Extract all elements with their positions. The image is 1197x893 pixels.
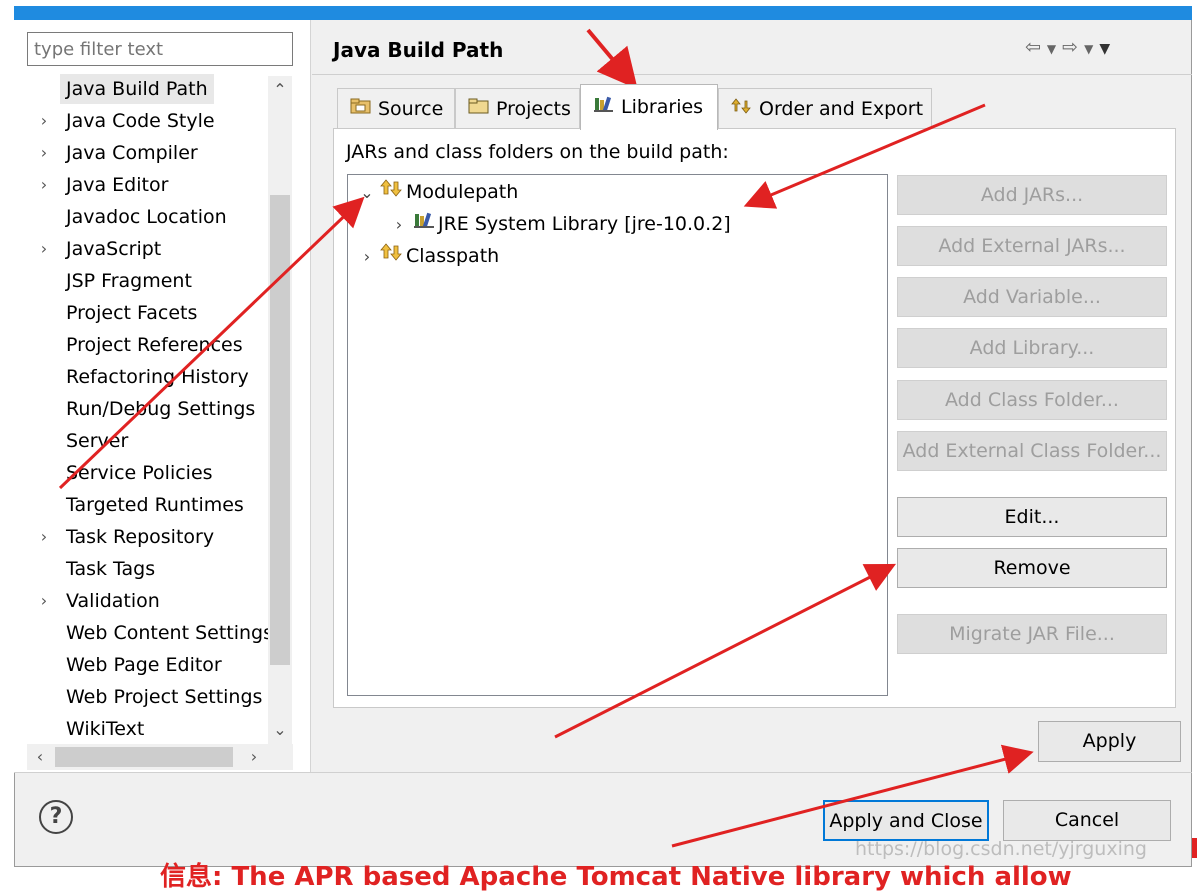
migrate-jar-file-button[interactable]: Migrate JAR File...	[897, 614, 1167, 654]
tree-node-label: Modulepath	[406, 181, 519, 203]
sidebar-item-label: Java Editor	[66, 174, 169, 196]
tree-node-label: JRE System Library [jre-10.0.2]	[438, 213, 731, 235]
add-external-jars-button[interactable]: Add External JARs...	[897, 226, 1167, 266]
footer-divider	[14, 772, 1192, 773]
add-external-class-folder-button[interactable]: Add External Class Folder...	[897, 431, 1167, 471]
sidebar-item-label: Project Facets	[66, 302, 198, 324]
filter-input[interactable]	[27, 32, 293, 66]
projects-folder-icon	[466, 89, 492, 129]
build-path-tree[interactable]: ⌄ Modulepath › JRE System Library [jre-1…	[347, 174, 888, 696]
source-folder-icon	[348, 89, 374, 129]
add-library-button[interactable]: Add Library...	[897, 328, 1167, 368]
sidebar-item-label: Javadoc Location	[66, 206, 227, 228]
sidebar-item-label: Refactoring History	[66, 366, 249, 388]
chevron-right-icon[interactable]: ›	[34, 106, 54, 136]
sidebar-item-label: Run/Debug Settings	[66, 398, 256, 420]
tree-horizontal-scroll-thumb[interactable]	[55, 747, 233, 767]
chevron-right-icon[interactable]: ›	[388, 210, 410, 240]
add-class-folder-button[interactable]: Add Class Folder...	[897, 380, 1167, 420]
modulepath-icon	[378, 177, 406, 207]
chevron-down-icon[interactable]: ⌄	[356, 178, 378, 208]
chevron-right-icon[interactable]: ›	[34, 586, 54, 616]
sidebar-item-label: Java Build Path	[60, 74, 214, 104]
scroll-down-icon[interactable]: ⌄	[270, 720, 290, 739]
header-divider	[312, 74, 1192, 75]
order-export-icon	[729, 89, 755, 129]
chevron-right-icon[interactable]: ›	[34, 522, 54, 552]
sidebar-item-label: Web Page Editor	[66, 654, 222, 676]
tree-node-modulepath[interactable]: ⌄ Modulepath	[356, 177, 518, 207]
sidebar-item-label: Java Code Style	[66, 110, 215, 132]
chevron-right-icon[interactable]: ›	[34, 138, 54, 168]
tab-libraries-label: Libraries	[621, 96, 704, 118]
background-console-text: 信息: The APR based Apache Tomcat Native l…	[160, 862, 1072, 892]
sidebar-item-label: Project References	[66, 334, 243, 356]
sidebar-item-label: JavaScript	[66, 238, 162, 260]
classpath-icon	[378, 241, 406, 271]
sidebar-item-label: Web Project Settings	[66, 686, 263, 708]
sidebar-item-label: Task Repository	[66, 526, 215, 548]
apply-and-close-button[interactable]: Apply and Close	[823, 800, 989, 841]
forward-icon[interactable]: ⇨	[1062, 36, 1084, 58]
sidebar-item-label: Task Tags	[66, 558, 156, 580]
scroll-left-icon[interactable]: ‹	[30, 747, 50, 766]
sidebar-item-label: Service Policies	[66, 462, 213, 484]
help-icon[interactable]: ?	[39, 800, 73, 834]
page-title: Java Build Path	[333, 38, 504, 62]
tab-source[interactable]: Source	[337, 88, 455, 128]
tab-libraries[interactable]: Libraries	[580, 84, 718, 130]
back-icon[interactable]: ⇦	[1025, 36, 1047, 58]
back-menu-chevron-icon[interactable]: ▼	[1047, 42, 1062, 56]
sidebar-item-label: Targeted Runtimes	[66, 494, 244, 516]
tree-node-label: Classpath	[406, 245, 500, 267]
background-red-mark	[1192, 838, 1197, 858]
tab-projects-label: Projects	[496, 98, 571, 120]
add-jars-button[interactable]: Add JARs...	[897, 175, 1167, 215]
sidebar-item-label: Validation	[66, 590, 160, 612]
add-variable-button[interactable]: Add Variable...	[897, 277, 1167, 317]
chevron-right-icon[interactable]: ›	[34, 170, 54, 200]
tree-node-jre-system-library[interactable]: › JRE System Library [jre-10.0.2]	[388, 209, 737, 239]
scroll-up-icon[interactable]: ⌃	[270, 80, 290, 99]
remove-button[interactable]: Remove	[897, 548, 1167, 588]
tab-projects[interactable]: Projects	[455, 88, 580, 128]
tab-source-label: Source	[378, 98, 444, 120]
sidebar-item-label: Java Compiler	[66, 142, 198, 164]
sidebar-item-label: JSP Fragment	[66, 270, 192, 292]
forward-menu-chevron-icon[interactable]: ▼	[1084, 42, 1099, 56]
view-menu-icon[interactable]: ▼	[1099, 41, 1116, 57]
chevron-right-icon[interactable]: ›	[356, 242, 378, 272]
tab-order-and-export[interactable]: Order and Export	[718, 88, 932, 128]
sidebar-item-label: Web Content Settings	[66, 622, 273, 644]
libraries-icon	[591, 85, 617, 129]
apply-button[interactable]: Apply	[1038, 721, 1181, 762]
window-title-strip	[14, 6, 1192, 20]
jre-library-icon	[410, 209, 438, 239]
scroll-right-icon[interactable]: ›	[244, 747, 264, 766]
tree-vertical-scroll-thumb[interactable]	[270, 195, 290, 665]
sidebar-item-label: Server	[66, 430, 129, 452]
tree-node-classpath[interactable]: › Classpath	[356, 241, 499, 271]
sidebar-item-label: WikiText	[66, 718, 145, 740]
chevron-right-icon[interactable]: ›	[34, 234, 54, 264]
build-path-label: JARs and class folders on the build path…	[346, 141, 729, 163]
cancel-button[interactable]: Cancel	[1003, 800, 1171, 841]
tab-order-and-export-label: Order and Export	[759, 98, 924, 120]
edit-button[interactable]: Edit...	[897, 497, 1167, 537]
history-navigation: ⇦▼⇨▼▼	[1025, 36, 1116, 58]
